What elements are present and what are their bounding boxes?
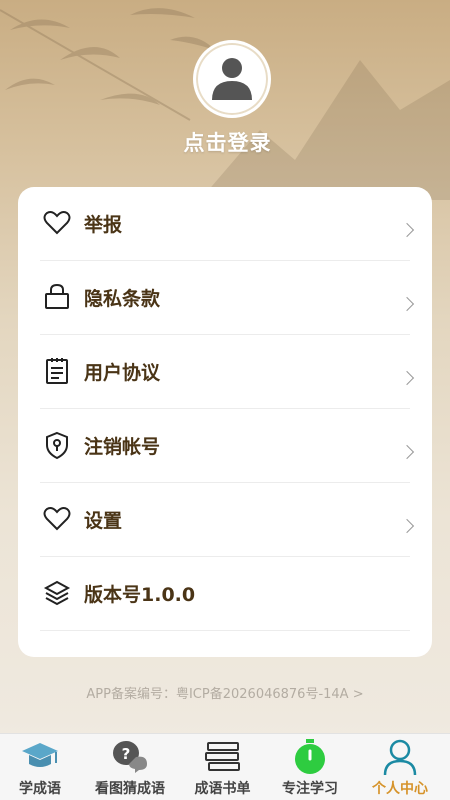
version-label: 版本号1.0.0	[84, 584, 196, 606]
chevron-right-icon	[399, 444, 415, 460]
menu-item-label: 设置	[84, 510, 123, 532]
divider	[40, 630, 410, 631]
tab-label: 专注学习	[282, 781, 338, 797]
chevron-right-icon	[399, 296, 415, 312]
lock-icon	[45, 283, 69, 309]
menu-item-settings[interactable]: 设置	[18, 483, 432, 557]
tab-personal-center[interactable]: 个人中心	[355, 734, 445, 800]
menu-item-version: 版本号1.0.0	[18, 557, 432, 631]
layers-icon	[43, 580, 71, 606]
menu-item-report[interactable]: 举报	[18, 187, 432, 261]
menu-item-label: 隐私条款	[84, 288, 161, 310]
svg-text:?: ?	[122, 745, 131, 763]
menu-item-label: 举报	[84, 214, 123, 236]
book-stack-icon	[204, 742, 240, 771]
person-icon	[383, 739, 417, 776]
tab-focus-study[interactable]: 专注学习	[265, 734, 355, 800]
menu-item-label: 用户协议	[84, 362, 161, 384]
menu-item-delete-account[interactable]: 注销帐号	[18, 409, 432, 483]
tab-label: 成语书单	[194, 781, 251, 797]
document-icon	[46, 358, 68, 384]
heart-icon	[43, 211, 71, 235]
tab-label: 看图猜成语	[95, 781, 165, 797]
bottom-tab-bar: 学成语 ? 看图猜成语 成语书单 专注学习 个人中心	[0, 733, 450, 800]
tab-guess-idiom[interactable]: ? 看图猜成语	[80, 734, 180, 800]
heart-icon	[43, 507, 71, 531]
user-icon	[212, 58, 252, 100]
icp-record-link[interactable]: APP备案编号：粤ICP备2026046876号-14A >	[0, 683, 450, 702]
menu-item-label: 注销帐号	[84, 436, 161, 458]
chevron-right-icon	[399, 518, 415, 534]
menu-card: 举报 隐私条款 用户协议 注销帐号 设置 版本号1.0.0	[18, 187, 432, 657]
avatar[interactable]	[193, 40, 271, 118]
chevron-right-icon	[399, 222, 415, 238]
shield-icon	[46, 431, 68, 460]
menu-item-privacy[interactable]: 隐私条款	[18, 261, 432, 335]
profile-screen: 点击登录 举报 隐私条款 用户协议 注销帐号 设置 版本号1.0.0 APP备案…	[0, 0, 450, 800]
tab-label: 个人中心	[372, 781, 428, 797]
tab-idiom-books[interactable]: 成语书单	[180, 734, 265, 800]
tab-label: 学成语	[19, 781, 61, 797]
stopwatch-icon	[295, 739, 325, 774]
graduation-cap-icon	[22, 743, 58, 767]
tab-learn-idioms[interactable]: 学成语	[0, 734, 80, 800]
login-prompt[interactable]: 点击登录	[0, 127, 450, 157]
menu-item-user-agreement[interactable]: 用户协议	[18, 335, 432, 409]
chevron-right-icon	[399, 370, 415, 386]
question-bubble-icon: ?	[113, 741, 147, 773]
